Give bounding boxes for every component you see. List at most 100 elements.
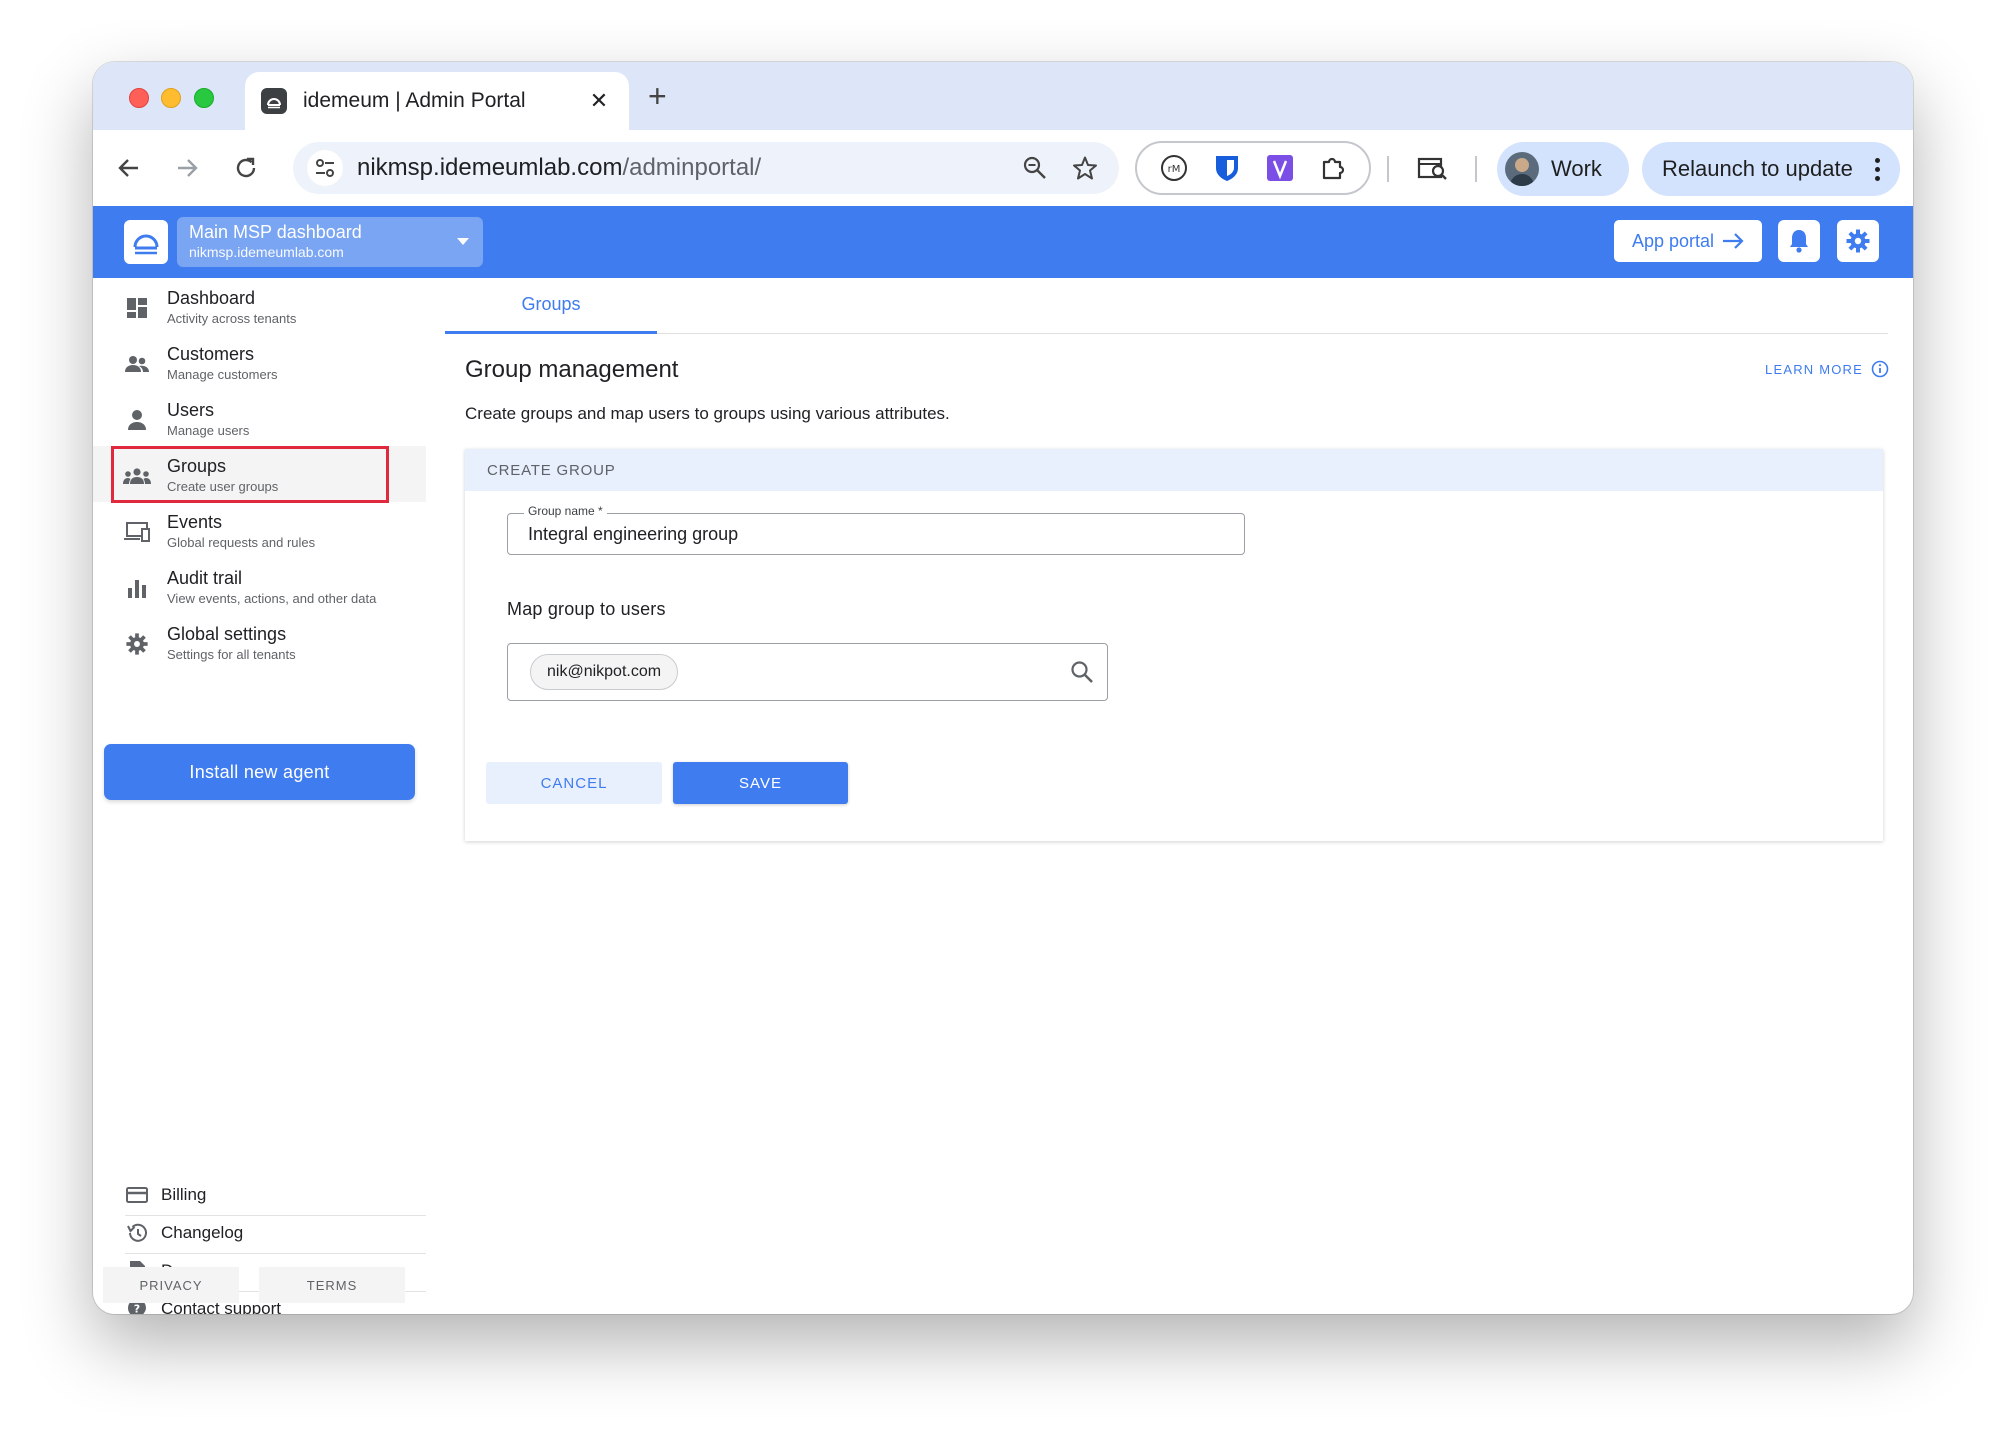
maximize-window-button[interactable] xyxy=(194,88,214,108)
tenant-name: Main MSP dashboard xyxy=(189,222,362,242)
sidebar: Dashboard Activity across tenants Custome… xyxy=(93,278,426,1314)
page-tabs: Groups xyxy=(445,278,1888,334)
idemeum-favicon-icon xyxy=(261,88,287,114)
group-name-label: Group name * xyxy=(524,504,607,518)
minimize-window-button[interactable] xyxy=(161,88,181,108)
mymind-extension-icon[interactable]: rM xyxy=(1158,152,1190,184)
close-window-button[interactable] xyxy=(129,88,149,108)
tab-title: idemeum | Admin Portal xyxy=(303,89,526,112)
profile-button[interactable]: Work xyxy=(1497,142,1629,196)
browser-tab[interactable]: idemeum | Admin Portal ✕ xyxy=(245,72,629,130)
tenant-selector[interactable]: Main MSP dashboard nikmsp.idemeumlab.com xyxy=(177,217,483,267)
sidebar-item-audit-trail[interactable]: Audit trail View events, actions, and oth… xyxy=(93,558,426,614)
bar-chart-icon xyxy=(123,574,151,602)
zoom-icon[interactable] xyxy=(1015,148,1055,188)
sidebar-item-subtitle: Create user groups xyxy=(167,479,279,494)
relaunch-label: Relaunch to update xyxy=(1662,156,1853,181)
avatar xyxy=(1505,152,1539,186)
info-icon xyxy=(1871,360,1889,378)
sidebar-item-subtitle: Manage customers xyxy=(167,367,278,382)
url-host: nikmsp.idemeumlab.com xyxy=(357,154,623,181)
notifications-button[interactable] xyxy=(1778,220,1820,262)
card-heading: CREATE GROUP xyxy=(465,449,1883,491)
app-portal-button[interactable]: App portal xyxy=(1614,220,1762,262)
sidebar-item-subtitle: Manage users xyxy=(167,423,250,438)
gear-icon xyxy=(1846,229,1870,253)
extensions-puzzle-icon[interactable] xyxy=(1317,152,1349,184)
profile-label: Work xyxy=(1551,156,1602,181)
user-chip[interactable]: nik@nikpot.com xyxy=(530,654,679,690)
sidebar-item-label: Groups xyxy=(167,456,227,476)
relaunch-button[interactable]: Relaunch to update xyxy=(1642,142,1900,196)
toolbar-separator xyxy=(1475,156,1477,182)
sidebar-item-global-settings[interactable]: Global settings Settings for all tenants xyxy=(93,614,426,670)
changelog-link[interactable]: Changelog xyxy=(93,1214,426,1252)
groups-icon xyxy=(123,462,151,490)
svg-text:?: ? xyxy=(134,1303,140,1315)
search-icon[interactable] xyxy=(1069,659,1095,685)
sidebar-item-label: Audit trail xyxy=(167,568,243,588)
star-icon[interactable] xyxy=(1065,148,1105,188)
terms-link[interactable]: TERMS xyxy=(259,1267,405,1303)
create-group-card: CREATE GROUP Group name * Integral engin… xyxy=(465,449,1883,841)
back-icon[interactable] xyxy=(109,148,149,188)
sidebar-item-users[interactable]: Users Manage users xyxy=(93,390,426,446)
browser-window: idemeum | Admin Portal ✕ + nikmsp.idemeu… xyxy=(93,62,1913,1314)
pinned-extensions: rM xyxy=(1135,141,1371,195)
app-portal-label: App portal xyxy=(1631,230,1715,251)
learn-more-link[interactable]: LEARN MORE xyxy=(1765,360,1889,378)
gear-icon xyxy=(123,630,151,658)
privacy-link[interactable]: PRIVACY xyxy=(103,1267,239,1303)
sidebar-item-label: Global settings xyxy=(167,624,287,644)
forward-icon[interactable] xyxy=(167,148,207,188)
settings-button[interactable] xyxy=(1837,220,1879,262)
save-button[interactable]: SAVE xyxy=(673,762,848,804)
user-search-input[interactable]: nik@nikpot.com xyxy=(507,643,1108,701)
history-icon xyxy=(125,1221,149,1245)
group-name-value: Integral engineering group xyxy=(528,523,739,544)
group-name-field[interactable]: Group name * Integral engineering group xyxy=(507,504,1245,555)
sidebar-item-label: Users xyxy=(167,400,215,420)
arrow-right-icon xyxy=(1723,233,1744,249)
page-title: Group management xyxy=(465,356,679,383)
customers-icon xyxy=(123,350,151,378)
v-extension-icon[interactable] xyxy=(1264,152,1296,184)
sidebar-item-customers[interactable]: Customers Manage customers xyxy=(93,334,426,390)
tune-icon[interactable] xyxy=(307,150,343,186)
address-bar[interactable]: nikmsp.idemeumlab.com/adminportal/ xyxy=(293,142,1119,194)
url-text: nikmsp.idemeumlab.com/adminportal/ xyxy=(357,154,1005,182)
sidebar-item-dashboard[interactable]: Dashboard Activity across tenants xyxy=(93,278,426,334)
sidebar-item-label: Dashboard xyxy=(167,288,256,308)
url-path: /adminportal/ xyxy=(622,154,762,181)
sidebar-item-label: Events xyxy=(167,512,223,532)
sidebar-item-subtitle: Activity across tenants xyxy=(167,311,297,326)
footer-link-label: Billing xyxy=(161,1185,207,1204)
svg-text:rM: rM xyxy=(1167,164,1180,175)
devices-icon xyxy=(123,518,151,546)
credit-card-icon xyxy=(125,1183,149,1207)
reload-icon[interactable] xyxy=(226,148,266,188)
tenant-domain: nikmsp.idemeumlab.com xyxy=(189,244,344,260)
chevron-down-icon xyxy=(457,238,469,245)
billing-link[interactable]: Billing xyxy=(93,1176,426,1214)
more-menu-icon[interactable] xyxy=(1872,157,1882,181)
sidebar-item-groups[interactable]: Groups Create user groups xyxy=(93,446,426,502)
install-new-agent-button[interactable]: Install new agent xyxy=(104,744,415,800)
user-icon xyxy=(123,406,151,434)
learn-more-label: LEARN MORE xyxy=(1765,361,1863,377)
tab-search-icon[interactable] xyxy=(1413,148,1453,188)
dashboard-icon xyxy=(123,294,151,322)
tab-close-icon[interactable]: ✕ xyxy=(585,88,613,114)
sidebar-item-events[interactable]: Events Global requests and rules xyxy=(93,502,426,558)
bitwarden-extension-icon[interactable] xyxy=(1211,152,1243,184)
sidebar-item-label: Customers xyxy=(167,344,255,364)
tab-groups[interactable]: Groups xyxy=(445,278,657,334)
tab-strip: idemeum | Admin Portal ✕ + xyxy=(93,62,1913,130)
cancel-button[interactable]: CANCEL xyxy=(486,762,662,804)
toolbar-separator xyxy=(1387,156,1389,182)
sidebar-item-subtitle: View events, actions, and other data xyxy=(167,591,377,606)
idemeum-logo-icon[interactable] xyxy=(124,220,168,264)
page-description: Create groups and map users to groups us… xyxy=(465,404,950,423)
new-tab-button[interactable]: + xyxy=(648,78,667,114)
browser-toolbar: nikmsp.idemeumlab.com/adminportal/ rM Wo… xyxy=(93,130,1913,206)
